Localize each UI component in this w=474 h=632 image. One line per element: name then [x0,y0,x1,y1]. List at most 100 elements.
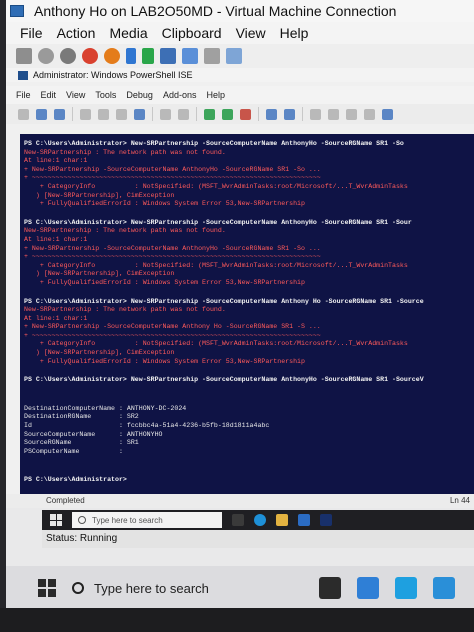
resume-icon[interactable] [142,48,154,64]
layout-right-icon[interactable] [328,108,339,120]
console-line: PS C:\Users\Administrator> [24,476,127,484]
vm-menu-clipboard[interactable]: Clipboard [162,25,222,41]
reset-icon[interactable] [160,48,176,64]
run-script-icon[interactable] [204,108,215,120]
layout-max-icon[interactable] [346,108,357,120]
power-icon[interactable] [104,48,120,64]
ise-menu-addons[interactable]: Add-ons [163,90,197,100]
search-icon [72,582,84,594]
console-line: PS C:\Users\Administrator> New-SRPartner… [24,297,424,305]
ise-menu-file[interactable]: File [16,90,31,100]
clear-console-icon[interactable] [134,108,145,120]
console-pane[interactable]: PS C:\Users\Administrator> New-SRPartner… [20,134,474,494]
ise-menu-help[interactable]: Help [206,90,225,100]
console-line: + CategoryInfo : NotSpecified: (MSFT_Wvr… [24,182,408,190]
ise-menu-edit[interactable]: Edit [41,90,57,100]
commands-pane-icon[interactable] [382,108,393,120]
enhanced-session-icon[interactable] [226,48,242,64]
console-line: PS C:\Users\Administrator> New-SRPartner… [24,218,412,226]
ise-menu-view[interactable]: View [66,90,85,100]
shutdown-icon[interactable] [82,48,98,64]
host-taskbar: Type here to search [6,566,474,610]
ise-title-bar: Administrator: Windows PowerShell ISE [6,68,474,82]
hyper-v-manager-icon[interactable] [394,577,417,599]
paste-icon[interactable] [116,108,127,120]
vm-status-text: Status: Running [46,533,118,544]
console-line: + ~~~~~~~~~~~~~~~~~~~~~~~~~~~~~~~~~~~~~~… [24,331,321,339]
stop-icon[interactable] [240,108,251,120]
host-start-icon[interactable] [38,579,56,597]
console-line: New-SRPartnership : The network path was… [24,148,226,156]
search-icon [78,516,86,524]
console-line: + New-SRPartnership -SourceComputerName … [24,323,321,331]
vm-title-bar: Anthony Ho on LAB2O50MD - Virtual Machin… [6,0,474,22]
vm-menu-media[interactable]: Media [109,25,147,41]
powershell-taskbar-icon[interactable] [320,514,332,526]
console-line: SourceComputerName : ANTHONYHO [24,430,163,438]
console-line: SourceRGName : SR1 [24,439,139,447]
open-file-icon[interactable] [36,108,47,120]
ise-toolbar [6,104,474,124]
toolbar-separator [196,107,197,121]
edge-icon[interactable] [254,514,266,526]
console-line: + CategoryInfo : NotSpecified: (MSFT_Wvr… [24,340,408,348]
console-line: New-SRPartnership : The network path was… [24,306,226,314]
console-line: PS C:\Users\Administrator> New-SRPartner… [24,376,424,384]
guest-search-box[interactable]: Type here to search [72,512,222,528]
vm-menu-action[interactable]: Action [57,25,96,41]
ctrl-alt-del-icon[interactable] [16,48,32,64]
layout-top-icon[interactable] [310,108,321,120]
toolbar-separator [152,107,153,121]
server-manager-icon[interactable] [356,577,379,599]
save-icon[interactable] [54,108,65,120]
toolbar-separator [258,107,259,121]
console-line: + FullyQualifiedErrorId : Windows System… [24,278,305,286]
run-selection-icon[interactable] [222,108,233,120]
ise-menu-tools[interactable]: Tools [95,90,116,100]
console-line: + FullyQualifiedErrorId : Windows System… [24,200,305,208]
powershell-icon [18,70,28,80]
task-view-icon[interactable] [232,514,244,526]
undo-icon[interactable] [160,108,171,120]
toolbar-separator [72,107,73,121]
vm-menu-file[interactable]: File [20,25,43,41]
revert-icon[interactable] [204,48,220,64]
powershell-console-icon[interactable] [284,108,295,120]
ise-menu-bar: File Edit View Tools Debug Add-ons Help [6,86,474,104]
vm-menu-help[interactable]: Help [280,25,309,41]
ise-menu-debug[interactable]: Debug [126,90,153,100]
console-line: + ~~~~~~~~~~~~~~~~~~~~~~~~~~~~~~~~~~~~~~… [24,174,321,182]
ise-status-text: Completed [46,496,85,505]
start-icon[interactable] [38,48,54,64]
vm-menu-bar: File Action Media Clipboard View Help [6,22,474,44]
vm-status-bar: Status: Running [42,530,474,548]
remote-powershell-icon[interactable] [266,108,277,120]
console-line: At line:1 char:1 [24,314,88,322]
pause-icon[interactable] [126,48,136,64]
layout-split-icon[interactable] [364,108,375,120]
redo-icon[interactable] [178,108,189,120]
host-search-box[interactable]: Type here to search [72,581,209,596]
toolbar-separator [302,107,303,121]
checkpoint-icon[interactable] [182,48,198,64]
vm-toolbar [6,44,474,68]
guest-start-icon[interactable] [50,514,62,526]
cut-icon[interactable] [80,108,91,120]
host-search-placeholder: Type here to search [94,580,209,596]
file-explorer-icon[interactable] [276,514,288,526]
copy-icon[interactable] [98,108,109,120]
console-line: + ~~~~~~~~~~~~~~~~~~~~~~~~~~~~~~~~~~~~~~… [24,253,321,261]
turn-off-icon[interactable] [60,48,76,64]
server-manager-icon[interactable] [298,514,310,526]
task-view-icon[interactable] [318,577,341,599]
console-line: DestinationRGName : SR2 [24,413,139,421]
new-file-icon[interactable] [18,108,29,120]
ise-line-indicator: Ln 44 [449,496,470,505]
vm-connection-taskbar-icon[interactable] [432,577,455,599]
vm-menu-view[interactable]: View [236,25,266,41]
